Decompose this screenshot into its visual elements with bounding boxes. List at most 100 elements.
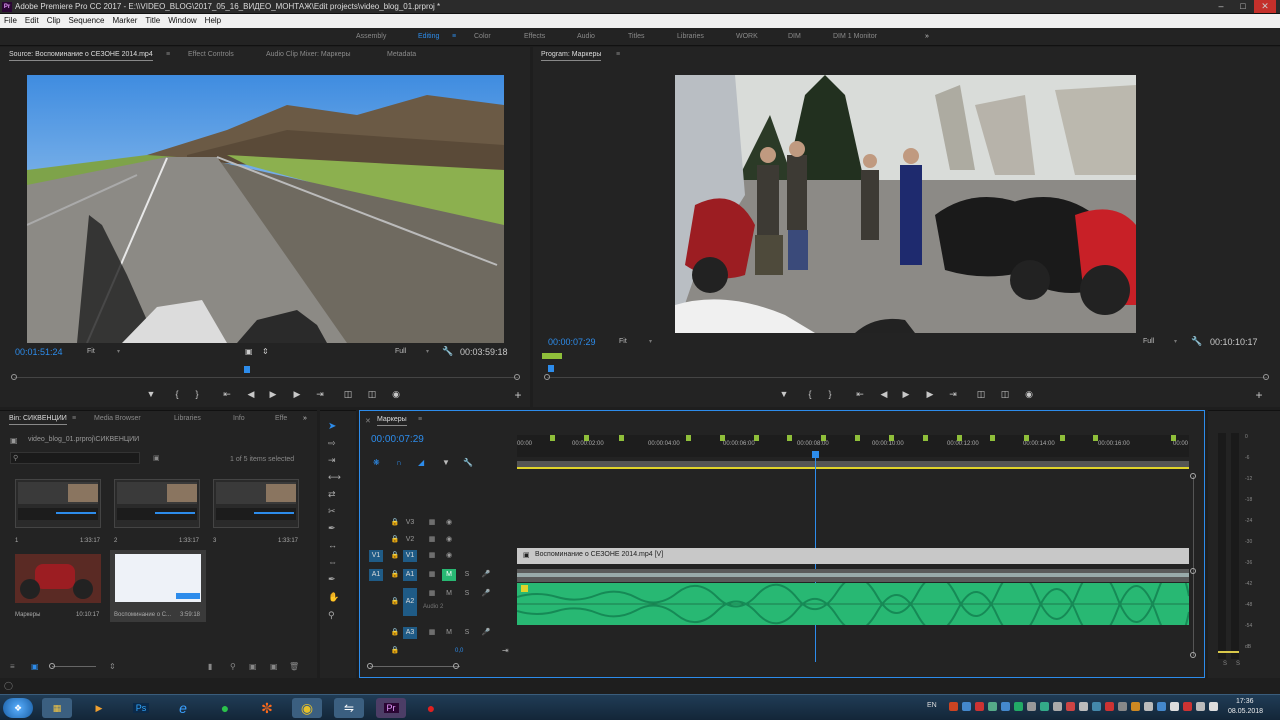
taskbar-app-green[interactable]: ● <box>210 698 240 718</box>
work-area-bar[interactable] <box>517 461 1189 469</box>
source-drag-icon[interactable]: ⇕ <box>262 347 269 356</box>
selection-tool-icon[interactable]: ➤ <box>328 421 336 432</box>
tray-icon[interactable] <box>1105 702 1114 711</box>
program-marker-bar[interactable] <box>542 353 562 359</box>
program-go-to-out-icon[interactable]: ⇥ <box>946 389 960 400</box>
clock-date[interactable]: 08.05.2018 <box>1228 708 1263 715</box>
timeline-marker[interactable] <box>821 435 826 441</box>
workspace-titles[interactable]: Titles <box>628 33 644 40</box>
workspaces-overflow-icon[interactable]: » <box>925 33 929 40</box>
track-label-a3[interactable]: A3 <box>403 627 417 639</box>
tray-icon[interactable] <box>1001 702 1010 711</box>
solo-a2[interactable]: S <box>460 588 474 600</box>
vscroll-handle-mid[interactable] <box>1190 568 1196 574</box>
program-settings-wrench-icon[interactable]: 🔧 <box>1191 336 1202 347</box>
program-mark-in-icon[interactable]: { <box>803 389 817 399</box>
thumbnail-size-handle[interactable] <box>49 663 55 669</box>
clock-time[interactable]: 17:36 <box>1236 698 1254 705</box>
timeline-marker[interactable] <box>957 435 962 441</box>
tab-info[interactable]: Info <box>233 415 245 422</box>
add-marker-icon[interactable]: ▼ <box>442 458 450 467</box>
source-quality-select[interactable]: Full <box>395 348 406 355</box>
bin-item-thumbnail[interactable] <box>15 554 101 603</box>
tab-metadata[interactable]: Metadata <box>387 51 416 58</box>
timeline-current-timecode[interactable]: 00:00:07:29 <box>371 434 424 445</box>
tab-effect-controls[interactable]: Effect Controls <box>188 51 234 58</box>
mic-icon[interactable]: 🎤 <box>479 569 493 581</box>
source-export-frame-icon[interactable]: ◉ <box>389 389 403 400</box>
timeline-marker[interactable] <box>1060 435 1065 441</box>
hand-tool-icon[interactable]: ✋ <box>328 592 339 603</box>
track-select-tool-icon[interactable]: ⇨ <box>328 438 336 449</box>
thumbnail-size-slider[interactable] <box>52 666 96 667</box>
program-export-frame-icon[interactable]: ◉ <box>1022 389 1036 400</box>
master-volume-value[interactable]: 0,0 <box>455 648 463 654</box>
program-lift-icon[interactable]: ◫ <box>974 389 988 400</box>
source-button-editor-icon[interactable]: + <box>511 388 525 402</box>
input-language[interactable]: EN <box>927 702 937 709</box>
eye-icon[interactable]: ◉ <box>442 550 456 562</box>
tray-icon[interactable] <box>1040 702 1049 711</box>
program-step-back-icon[interactable]: ◀ <box>877 389 891 400</box>
source-play-icon[interactable]: ▶ <box>266 389 280 400</box>
timeline-marker[interactable] <box>686 435 691 441</box>
taskbar-chrome[interactable]: ◉ <box>292 698 322 718</box>
program-go-to-in-icon[interactable]: ⇤ <box>853 389 867 400</box>
maximize-button[interactable]: □ <box>1232 0 1254 13</box>
bin-item-thumbnail[interactable] <box>114 479 200 528</box>
workspace-dim[interactable]: DIM <box>788 33 801 40</box>
lock-icon[interactable]: 🔒 <box>388 517 402 529</box>
track-label-a2[interactable]: A2 <box>403 588 417 616</box>
timeline-marker[interactable] <box>787 435 792 441</box>
tab-bin[interactable]: Bin: СИКВЕНЦИИ <box>9 415 67 425</box>
timeline-settings-wrench-icon[interactable]: 🔧 <box>463 458 473 467</box>
workspace-color[interactable]: Color <box>474 33 491 40</box>
sync-lock-icon[interactable]: ▦ <box>425 588 439 600</box>
lock-icon[interactable]: 🔒 <box>388 534 402 546</box>
source-mark-in-icon[interactable]: { <box>170 389 184 399</box>
program-play-icon[interactable]: ▶ <box>899 389 913 400</box>
source-zoom-handle-left[interactable] <box>11 374 17 380</box>
menu-marker[interactable]: Marker <box>109 14 142 28</box>
timeline-marker[interactable] <box>923 435 928 441</box>
eye-icon[interactable]: ◉ <box>442 517 456 529</box>
source-step-forward-icon[interactable]: ▶ <box>290 389 304 400</box>
minimize-button[interactable]: – <box>1210 0 1232 13</box>
workspace-work[interactable]: WORK <box>736 33 758 40</box>
tray-icon[interactable] <box>1131 702 1140 711</box>
video-clip-v1[interactable]: ▣ Воспоминание о СЕЗОНЕ 2014.mp4 [V] <box>517 548 1189 564</box>
program-current-timecode[interactable]: 00:00:07:29 <box>548 337 596 347</box>
taskbar-app-orange[interactable]: ✼ <box>252 698 282 718</box>
timeline-marker[interactable] <box>1024 435 1029 441</box>
timeline-vertical-scrollbar[interactable] <box>1193 476 1194 656</box>
program-playhead[interactable] <box>548 365 554 372</box>
icon-view-icon[interactable]: ▣ <box>31 662 39 671</box>
program-video-frame[interactable] <box>675 75 1136 333</box>
mute-a2[interactable]: M <box>442 588 456 600</box>
pen-tool-icon-2[interactable]: ✒ <box>328 574 336 585</box>
timeline-horizontal-scrollbar[interactable] <box>370 666 460 667</box>
timeline-marker[interactable] <box>619 435 624 441</box>
source-patch-a1[interactable]: A1 <box>369 569 383 581</box>
tray-icon[interactable] <box>1196 702 1205 711</box>
timeline-marker[interactable] <box>1093 435 1098 441</box>
program-panel-menu-icon[interactable]: ≡ <box>616 51 620 58</box>
tray-icon[interactable] <box>988 702 997 711</box>
source-mark-out-icon[interactable]: } <box>190 389 204 399</box>
mic-icon[interactable]: 🎤 <box>479 588 493 600</box>
source-marker-icon[interactable]: ▣ <box>245 347 253 356</box>
track-label-a1[interactable]: A1 <box>403 569 417 581</box>
source-overwrite-icon[interactable]: ◫ <box>365 389 379 400</box>
menu-sequence[interactable]: Sequence <box>64 14 108 28</box>
program-quality-select[interactable]: Full <box>1143 338 1154 345</box>
timeline-ruler[interactable]: 00:00 00:00:02:00 00:00:04:00 00:00:06:0… <box>517 435 1189 457</box>
lock-icon[interactable]: 🔒 <box>388 645 402 657</box>
tray-icon[interactable] <box>1079 702 1088 711</box>
tray-icon[interactable] <box>1170 702 1179 711</box>
program-button-editor-icon[interactable]: + <box>1252 388 1266 402</box>
source-go-to-out-icon[interactable]: ⇥ <box>313 389 327 400</box>
source-settings-wrench-icon[interactable]: 🔧 <box>442 346 453 357</box>
new-item-icon[interactable]: ▣ <box>270 662 278 671</box>
scrollbar-handle-left[interactable] <box>367 663 373 669</box>
taskbar-media-player[interactable]: ▶ <box>84 698 114 718</box>
